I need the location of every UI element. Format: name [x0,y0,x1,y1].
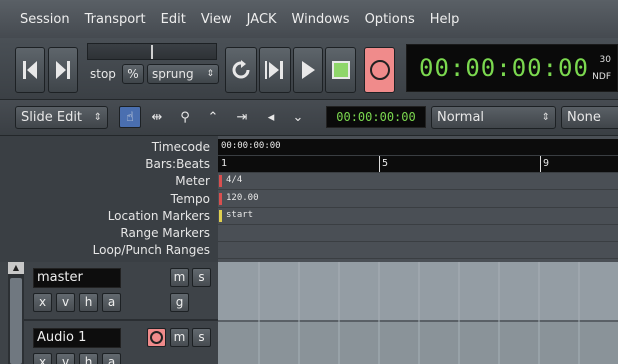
goto-end-icon [56,61,70,79]
shuttle-percent-button[interactable]: % [122,64,144,84]
canvas-grid [218,262,618,364]
combo-arrow-icon: ⇕ [93,112,102,123]
bar-tick [379,156,380,172]
stop-icon [331,61,350,79]
height-button[interactable]: h [79,353,98,364]
play-range-icon [265,61,283,79]
play-range-button[interactable] [259,47,291,93]
loop-icon [232,60,250,79]
combo-arrow-icon: ⇕ [541,112,550,123]
zoom-tool-icon[interactable]: ⚲ [174,106,196,128]
mute-button[interactable]: m [170,328,189,347]
view-button[interactable]: v [56,293,75,312]
loop-punch-ruler[interactable] [218,242,618,259]
view-button[interactable]: v [56,353,75,364]
snap-mode-select[interactable]: Normal ⇕ [431,106,556,129]
tempo-ruler[interactable]: 120.00 [218,191,618,208]
ruler-label-tempo: Tempo [170,192,210,206]
edit-toolbar: Slide Edit ⇕ Normal ⇕ None [0,100,618,136]
record-arm-button[interactable] [147,328,166,347]
solo-button[interactable]: s [192,328,211,347]
stop-button[interactable] [325,47,356,93]
goto-start-button[interactable] [15,47,45,93]
menu-options[interactable]: Options [365,12,415,27]
clock-time: 00:00:00:00 [419,54,589,82]
goto-start-icon [23,61,37,79]
editor-canvas[interactable] [218,262,618,364]
ruler-label-location-markers: Location Markers [107,209,210,223]
record-button[interactable] [364,47,395,93]
track-divider [24,319,218,321]
ruler-area[interactable]: 00:00:00:00 1 5 9 4/4 120.00 start [218,136,618,262]
scroll-thumb[interactable] [10,278,22,364]
shuttle-control[interactable] [87,43,217,60]
bar-number: 1 [221,158,228,169]
stretch-tool-icon[interactable]: ⇥ [231,106,253,128]
loop-button[interactable] [225,47,257,93]
primary-clock[interactable]: 00:00:00:00 30 NDF [406,44,618,92]
location-marker-icon [219,210,222,222]
meter-value: 4/4 [226,175,243,185]
goto-end-button[interactable] [48,47,78,93]
meter-ruler[interactable]: 4/4 [218,173,618,190]
shuttle-stop-label: stop [90,67,116,81]
ruler-label-loop-punch: Loop/Punch Ranges [92,243,210,257]
menu-view[interactable]: View [201,12,232,27]
shuttle-mode-select[interactable]: sprung ⇕ [147,64,219,84]
group-button[interactable]: g [170,293,189,312]
menu-help[interactable]: Help [430,12,460,27]
menu-session[interactable]: Session [20,12,70,27]
ruler-labels: Timecode Bars:Beats Meter Tempo Location… [0,136,218,262]
tempo-value: 120.00 [226,193,259,203]
track-name-master[interactable]: master [33,268,121,288]
location-markers-ruler[interactable]: start [218,208,618,225]
location-marker-start: start [226,210,254,220]
ruler-label-timecode: Timecode [151,140,210,154]
bars-beats-ruler[interactable]: 1 5 9 [218,156,618,173]
ruler-label-range-markers: Range Markers [120,226,210,240]
scroll-up-icon[interactable]: ▲ [8,262,24,274]
shuttle-indicator [151,45,153,59]
track-scrollbar[interactable]: ▲ [8,262,24,364]
chevron-down-icon[interactable]: ⌄ [287,106,309,128]
automation-button[interactable]: a [102,353,121,364]
menu-transport[interactable]: Transport [85,12,146,27]
clock-fps: 30 [599,55,611,65]
menu-jack[interactable]: JACK [247,12,277,27]
grid-select[interactable]: None [561,106,618,129]
play-icon [302,61,315,79]
bar-number: 5 [382,158,389,169]
height-button[interactable]: h [79,293,98,312]
mute-button[interactable]: m [170,268,189,287]
timecode-start: 00:00:00:00 [221,141,281,151]
draw-tool-icon[interactable]: ⌃ [202,106,224,128]
edit-mode-select[interactable]: Slide Edit ⇕ [15,106,108,129]
timecode-ruler[interactable]: 00:00:00:00 [218,139,618,156]
ruler-label-bars-beats: Bars:Beats [145,157,210,171]
close-icon[interactable]: x [33,293,52,312]
clock-mode: NDF [592,72,611,82]
record-icon [150,331,163,344]
grab-tool-icon[interactable]: ☝ [119,106,141,128]
range-tool-icon[interactable]: ⇹ [146,106,168,128]
menu-windows[interactable]: Windows [292,12,350,27]
bar-number: 9 [543,158,550,169]
menu-edit[interactable]: Edit [161,12,186,27]
ruler-label-meter: Meter [175,174,210,188]
tempo-marker-icon [219,193,222,205]
close-icon[interactable]: x [33,353,52,364]
automation-button[interactable]: a [102,293,121,312]
combo-arrow-icon: ⇕ [206,69,214,79]
mini-clock[interactable]: 00:00:00:00 [326,106,426,128]
track-name-audio-1[interactable]: Audio 1 [33,328,121,348]
audition-tool-icon[interactable]: ◂ [260,106,282,128]
menu-bar: Session Transport Edit View JACK Windows… [0,0,618,38]
solo-button[interactable]: s [192,268,211,287]
record-icon [369,60,390,80]
meter-marker-icon [219,175,222,187]
range-markers-ruler[interactable] [218,225,618,242]
play-button[interactable] [293,47,323,93]
bar-tick [540,156,541,172]
